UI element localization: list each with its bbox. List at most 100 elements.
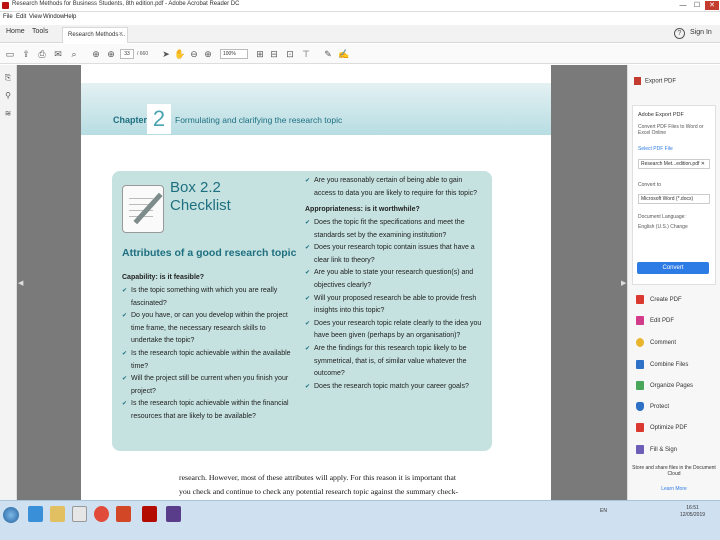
rotate-icon[interactable]: ⊡ — [284, 48, 296, 60]
list-item: Is the research topic achievable within … — [122, 348, 294, 373]
close-tab-icon[interactable]: × — [119, 31, 123, 38]
next-page-icon[interactable]: ⊕ — [105, 48, 117, 60]
export-pdf-header[interactable]: Export PDF — [634, 77, 676, 85]
body-line: you check and continue to check any pote… — [179, 487, 459, 496]
file-explorer-icon[interactable] — [50, 506, 65, 522]
save-icon[interactable]: ▭ — [4, 48, 16, 60]
taskbar: EN 16:51 12/05/2019 — [0, 500, 720, 540]
acrobat-icon — [2, 2, 9, 9]
format-select[interactable]: Microsoft Word (*.docx) — [638, 194, 710, 204]
scroll-mode-icon[interactable]: ⊟ — [268, 48, 280, 60]
sign-in-link[interactable]: Sign In — [690, 29, 712, 36]
card-title: Adobe Export PDF — [638, 112, 684, 118]
document-view[interactable]: ◀ ▶ Chapter 2 Formulating and clarifying… — [17, 65, 627, 500]
list-item: Is the topic something with which you ar… — [122, 285, 294, 310]
zoom-select[interactable]: 100% — [220, 49, 248, 59]
checklist-box: Box 2.2 Checklist Attributes of a good r… — [112, 171, 492, 451]
create-pdf-icon — [636, 295, 644, 304]
language-value[interactable]: English (U.S.) Change — [638, 224, 688, 230]
shield-icon — [636, 402, 644, 411]
tool-organize-pages[interactable]: Organize Pages — [636, 381, 693, 390]
chapter-number: 2 — [147, 104, 171, 134]
menu-help[interactable]: Help — [64, 14, 76, 20]
menu-edit[interactable]: Edit — [16, 14, 26, 20]
select-cursor-icon[interactable]: ➤ — [160, 48, 172, 60]
menu-file[interactable]: File — [3, 14, 13, 20]
pdf-page: Chapter 2 Formulating and clarifying the… — [81, 65, 551, 500]
checklist-pencil-icon — [122, 185, 164, 233]
previous-page-icon[interactable]: ⊕ — [90, 48, 102, 60]
find-icon[interactable]: ⌕ — [68, 48, 80, 60]
highlight-icon[interactable]: ✍ — [338, 48, 350, 60]
fit-page-icon[interactable]: ⊞ — [254, 48, 266, 60]
media-app-icon[interactable] — [166, 506, 181, 522]
learn-more-link[interactable]: Learn More — [632, 486, 716, 492]
language-indicator[interactable]: EN — [600, 508, 607, 514]
start-button[interactable] — [3, 507, 19, 523]
zoom-out-icon[interactable]: ⊖ — [188, 48, 200, 60]
appropriateness-list: Does the topic fit the specifications an… — [305, 217, 485, 393]
capability-heading: Capability: is it feasible? — [122, 274, 205, 281]
collapse-left-icon[interactable]: ◀ — [18, 279, 23, 287]
maximize-button[interactable]: ☐ — [690, 1, 704, 10]
tool-edit-pdf[interactable]: Edit PDF — [636, 316, 674, 325]
page-number-input[interactable]: 33 — [120, 49, 134, 59]
chapter-title: Formulating and clarifying the research … — [175, 115, 343, 125]
list-item: Are you able to state your research ques… — [305, 267, 485, 292]
layers-icon[interactable]: ≋ — [3, 109, 13, 119]
acrobat-taskbar-icon[interactable] — [142, 506, 157, 522]
appropriateness-heading: Appropriateness: is it worthwhile? — [305, 206, 420, 213]
combine-files-icon — [636, 360, 644, 369]
select-pdf-link[interactable]: Select PDF File — [638, 146, 673, 152]
collapse-right-icon[interactable]: ▶ — [621, 279, 626, 287]
tools-pane: Export PDF Adobe Export PDF Convert PDF … — [627, 65, 720, 500]
convert-button[interactable]: Convert — [637, 262, 709, 274]
tool-comment[interactable]: Comment — [636, 338, 676, 347]
tool-combine-files[interactable]: Combine Files — [636, 360, 688, 369]
close-button[interactable]: ✕ — [705, 1, 719, 10]
tool-optimize-pdf[interactable]: Optimize PDF — [636, 423, 687, 432]
chrome-icon[interactable] — [94, 506, 109, 522]
menu-view[interactable]: View — [29, 14, 42, 20]
list-item: Is the research topic achievable within … — [122, 398, 294, 423]
list-item: Does your research topic contain issues … — [305, 242, 485, 267]
notepad-icon[interactable] — [72, 506, 87, 522]
clock-time: 16:51 — [686, 505, 699, 511]
email-icon[interactable]: ✉ — [52, 48, 64, 60]
internet-explorer-icon[interactable] — [28, 506, 43, 522]
minimize-button[interactable]: — — [676, 1, 690, 10]
attachments-icon[interactable]: ⚲ — [3, 91, 13, 101]
card-description: Convert PDF Files to Word or Excel Onlin… — [638, 124, 704, 136]
comment-icon[interactable]: ✎ — [322, 48, 334, 60]
access-list: Are you reasonably certain of being able… — [305, 175, 485, 200]
document-cloud-text: Store and share files in the Document Cl… — [632, 465, 716, 477]
tool-protect[interactable]: Protect — [636, 402, 669, 411]
list-item: Will your proposed research be able to p… — [305, 293, 485, 318]
page-count: / 660 — [137, 51, 149, 57]
tool-create-pdf[interactable]: Create PDF — [636, 295, 682, 304]
organize-pages-icon — [636, 381, 644, 390]
box-number: Box 2.2 — [170, 179, 221, 196]
zoom-in-icon[interactable]: ⊕ — [202, 48, 214, 60]
hand-tool-icon[interactable]: ✋ — [174, 48, 186, 60]
stamp-icon[interactable]: ⊤ — [300, 48, 312, 60]
help-icon[interactable]: ? — [674, 28, 685, 39]
menu-window[interactable]: Window — [43, 14, 64, 20]
comment-tool-icon — [636, 338, 644, 347]
system-clock[interactable]: 16:51 12/05/2019 — [680, 505, 705, 519]
acrobat-window: Research Methods for Business Students, … — [0, 0, 720, 540]
convert-to-label: Convert to — [638, 182, 662, 188]
upload-icon[interactable]: ⇪ — [20, 48, 32, 60]
tab-document[interactable]: Research Methods ... × — [62, 27, 128, 43]
page-thumbnails-icon[interactable]: ⎘ — [3, 73, 13, 83]
list-item: Does your research topic relate clearly … — [305, 318, 485, 343]
print-icon[interactable]: ⎙ — [36, 48, 48, 60]
body-line: research. However, most of these attribu… — [179, 473, 456, 482]
selected-file-field[interactable]: Research Met...edition.pdf ✕ — [638, 159, 710, 169]
tool-fill-sign[interactable]: Fill & Sign — [636, 445, 677, 454]
left-navigation-pane: ⎘ ⚲ ≋ — [0, 65, 17, 500]
powerpoint-icon[interactable] — [116, 506, 131, 522]
tab-tools[interactable]: Tools — [32, 28, 48, 35]
export-pdf-label: Export PDF — [645, 78, 677, 85]
tab-home[interactable]: Home — [6, 28, 25, 35]
